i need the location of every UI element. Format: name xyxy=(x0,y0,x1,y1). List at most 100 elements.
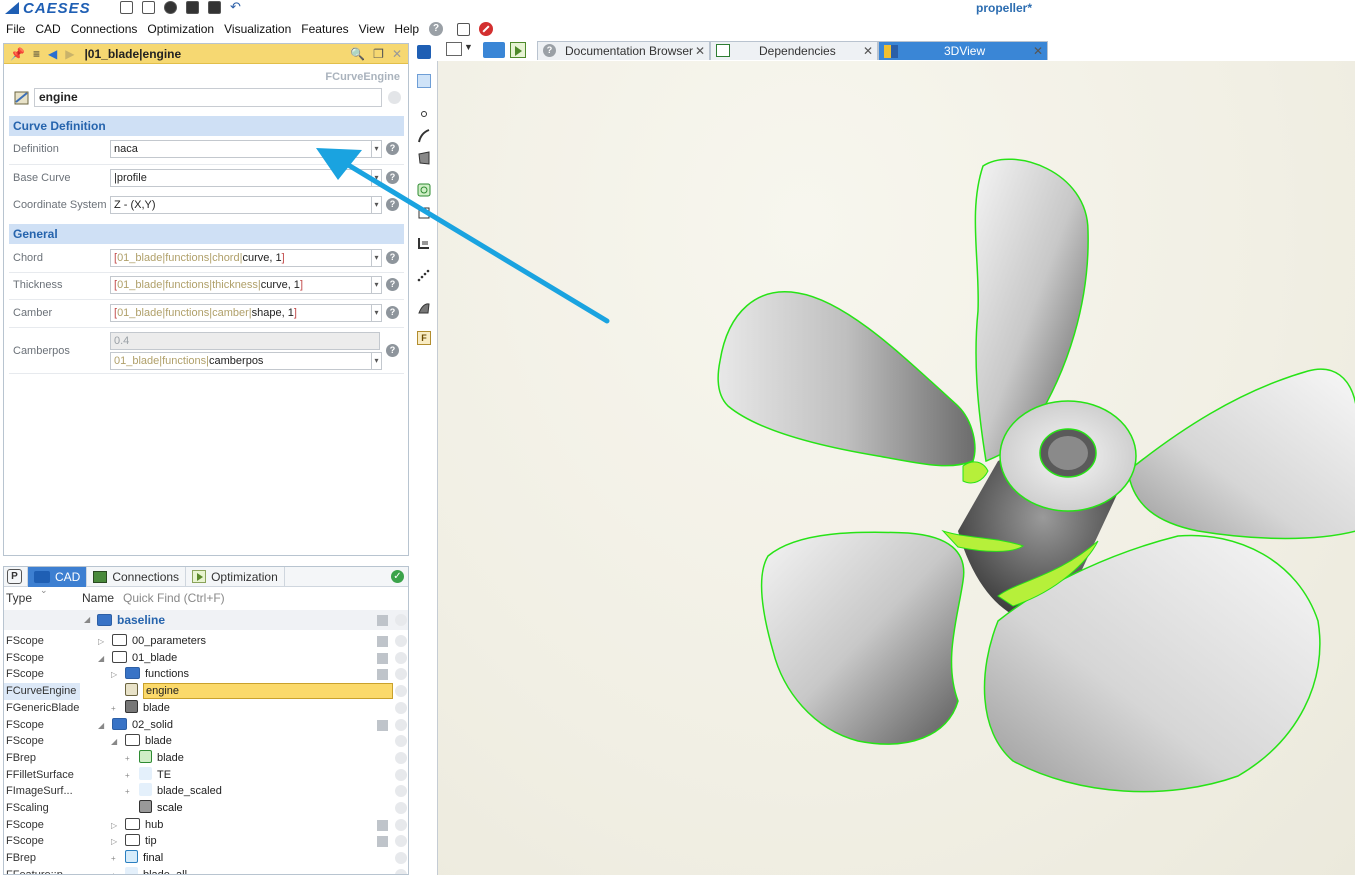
row-help-icon[interactable] xyxy=(395,835,407,848)
tree-row[interactable]: FScope ▷ tip xyxy=(4,833,408,850)
tab-optimization[interactable]: Optimization xyxy=(186,567,285,587)
coordinate-system-select[interactable]: Z - (X,Y) xyxy=(110,196,372,214)
section-curve-definition[interactable]: Curve Definition xyxy=(9,116,404,136)
row-help-icon[interactable] xyxy=(395,852,407,865)
tree-row[interactable]: FScope ◢ 01_blade xyxy=(4,650,408,667)
list-icon[interactable]: ≡ xyxy=(33,47,40,61)
transformation-icon[interactable] xyxy=(417,236,431,250)
visibility-icon[interactable] xyxy=(377,669,388,681)
chevron-down-icon[interactable]: ▾ xyxy=(372,196,382,214)
brep-icon[interactable] xyxy=(417,183,431,197)
column-type[interactable]: Type xyxy=(6,591,32,605)
visibility-icon[interactable] xyxy=(377,719,388,731)
expand-plus-icon[interactable]: + xyxy=(125,783,130,800)
tree-row[interactable]: FGenericBlade + blade xyxy=(4,699,408,717)
quick-find-input[interactable]: Quick Find (Ctrl+F) xyxy=(123,591,225,605)
new-file-icon[interactable] xyxy=(120,1,133,14)
tree-row[interactable]: FCurveEngine engine xyxy=(4,683,408,701)
tree-row[interactable]: FScaling scale xyxy=(4,800,408,817)
row-help-icon[interactable] xyxy=(395,751,407,764)
stop-icon[interactable] xyxy=(479,22,494,36)
points-line-icon[interactable] xyxy=(417,268,431,282)
chevron-down-icon[interactable]: ▾ xyxy=(372,304,382,322)
back-arrow-icon[interactable]: ◀ xyxy=(48,47,57,61)
base-curve-field[interactable]: |profile xyxy=(110,169,372,187)
expand-plus-icon[interactable]: + xyxy=(125,767,130,784)
visibility-icon[interactable] xyxy=(377,652,388,664)
undo-icon[interactable]: ↶ xyxy=(230,0,243,14)
close-icon[interactable]: ✕ xyxy=(695,42,705,60)
row-help-icon[interactable] xyxy=(395,635,407,647)
tab-dependencies[interactable]: Dependencies ✕ xyxy=(710,41,878,60)
close-icon[interactable]: ✕ xyxy=(863,42,873,60)
row-help-icon[interactable] xyxy=(395,735,407,748)
expanded-arrow-icon[interactable]: ◢ xyxy=(84,610,90,630)
surface-icon[interactable] xyxy=(417,151,431,165)
tree-row[interactable]: FScope ◢ 02_solid xyxy=(4,717,408,734)
row-help-icon[interactable] xyxy=(395,868,407,874)
row-help-icon[interactable] xyxy=(395,685,407,698)
thickness-help-icon[interactable]: ? xyxy=(386,278,399,291)
visibility-icon[interactable] xyxy=(377,836,388,848)
row-help-icon[interactable] xyxy=(395,668,407,681)
tab-p[interactable]: P xyxy=(4,567,28,587)
name-field[interactable]: engine xyxy=(34,88,382,107)
definition-select[interactable]: naca xyxy=(110,140,372,158)
base-curve-help-icon[interactable]: ? xyxy=(386,171,399,184)
menu-visualization[interactable]: Visualization xyxy=(224,22,291,36)
copy-icon[interactable]: ❐ xyxy=(373,47,384,61)
expand-plus-icon[interactable]: + xyxy=(111,867,116,874)
tab-documentation-browser[interactable]: ? Documentation Browser ✕ xyxy=(537,41,710,60)
close-icon[interactable]: ✕ xyxy=(1033,42,1043,60)
tab-connections[interactable]: Connections xyxy=(87,567,187,587)
section-general[interactable]: General xyxy=(9,224,404,244)
tree-row[interactable]: FScope ▷ hub xyxy=(4,817,408,834)
window-icon[interactable] xyxy=(457,22,471,36)
close-project-icon[interactable] xyxy=(164,1,177,14)
definition-help-icon[interactable]: ? xyxy=(386,142,399,155)
layout-icon[interactable] xyxy=(446,42,462,56)
name-help-icon[interactable] xyxy=(388,91,401,104)
close-icon[interactable]: ✕ xyxy=(392,47,402,61)
coordinate-system-help-icon[interactable]: ? xyxy=(386,198,399,211)
layout-dropdown-icon[interactable]: ▼ xyxy=(464,42,473,52)
save-icon[interactable] xyxy=(186,1,199,14)
tree-row[interactable]: FScope ▷ 00_parameters xyxy=(4,633,408,650)
blade-icon[interactable] xyxy=(417,301,431,315)
function-f-icon[interactable]: F xyxy=(417,331,431,345)
menu-features[interactable]: Features xyxy=(301,22,348,36)
expand-plus-icon[interactable]: + xyxy=(111,850,116,867)
expand-plus-icon[interactable]: + xyxy=(111,700,116,717)
collapsed-arrow-icon[interactable]: ▷ xyxy=(111,666,117,683)
camberpos-help-icon[interactable]: ? xyxy=(386,344,399,357)
tab-3dview[interactable]: 3DView ✕ xyxy=(878,41,1048,60)
camber-field[interactable]: [01_blade|functions|camber|shape, 1] xyxy=(110,304,372,322)
expanded-arrow-icon[interactable]: ◢ xyxy=(98,650,104,667)
tree-row[interactable]: FScope ▷ functions xyxy=(4,666,408,683)
visibility-icon[interactable] xyxy=(377,636,388,647)
pin-icon[interactable]: 📌 xyxy=(10,47,25,61)
collapsed-arrow-icon[interactable]: ▷ xyxy=(111,833,117,850)
menu-file[interactable]: File xyxy=(6,22,25,36)
menu-connections[interactable]: Connections xyxy=(71,22,138,36)
row-help-icon[interactable] xyxy=(395,785,407,798)
select-cursor-icon[interactable] xyxy=(417,74,431,88)
cad-view-icon[interactable] xyxy=(483,42,505,58)
tree-row[interactable]: FImageSurf... + blade_scaled xyxy=(4,783,408,800)
point-icon[interactable] xyxy=(417,107,431,121)
row-help-icon[interactable] xyxy=(395,701,407,714)
help-icon[interactable]: ? xyxy=(429,22,444,36)
visibility-icon[interactable] xyxy=(377,819,388,831)
forward-arrow-icon[interactable]: ▶ xyxy=(65,47,74,61)
expanded-arrow-icon[interactable]: ◢ xyxy=(98,717,104,734)
tree-row[interactable]: FBrep + blade xyxy=(4,749,408,767)
chord-help-icon[interactable]: ? xyxy=(386,251,399,264)
row-help-icon[interactable] xyxy=(395,614,407,626)
expand-plus-icon[interactable]: + xyxy=(125,750,130,767)
run-icon[interactable] xyxy=(510,42,526,58)
search-icon[interactable]: 🔍 xyxy=(350,47,365,61)
tree-row[interactable]: FScope ◢ blade xyxy=(4,733,408,750)
visibility-icon[interactable] xyxy=(377,615,388,626)
column-name[interactable]: Name xyxy=(82,591,114,605)
menu-help[interactable]: Help xyxy=(394,22,419,36)
